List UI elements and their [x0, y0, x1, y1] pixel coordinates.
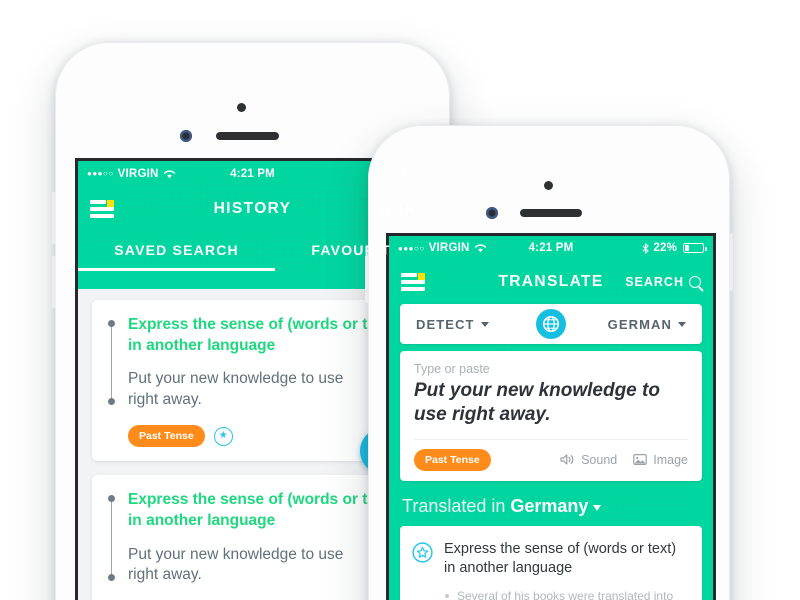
card-translated-text: Put your new knowledge to use right away… — [106, 369, 397, 410]
history-navbar: HISTORY SEAR — [78, 186, 427, 232]
card-footer: Past Tense ★ — [106, 425, 397, 448]
back-phone-earpiece-speaker — [216, 132, 279, 140]
card-source-line1: Express the sense of (words or t — [128, 491, 368, 509]
speaker-icon — [560, 454, 574, 465]
result-title: Express the sense of (words or text) in … — [444, 540, 677, 577]
card-translated-line1: Put your new knowledge to use — [128, 545, 344, 563]
front-phone-screen: ●●●○○ VIRGIN 4:21 PM 22% TRANSLATE SEARC… — [386, 233, 716, 600]
card-source-text: Express the sense of (words or t in anot… — [106, 315, 397, 356]
image-label: Image — [653, 452, 688, 467]
translated-section-title[interactable]: Translated in Germany — [402, 496, 702, 517]
translate-screen: ●●●○○ VIRGIN 4:21 PM 22% TRANSLATE SEARC… — [389, 236, 713, 600]
search-label: SEARCH — [625, 275, 684, 289]
source-language-dropdown[interactable]: DETECT — [416, 317, 489, 332]
menu-accent-square — [107, 200, 114, 208]
tense-badge: Past Tense — [128, 425, 205, 448]
bluetooth-icon — [642, 242, 650, 254]
translate-input-card: Type or paste Put your new knowledge to … — [400, 351, 702, 481]
back-phone-volume-button-2 — [52, 256, 56, 308]
translation-result-card[interactable]: Express the sense of (words or text) in … — [400, 525, 702, 600]
battery-percent-label: 22% — [653, 242, 677, 254]
picture-icon — [633, 454, 648, 466]
search-icon — [689, 276, 701, 288]
tab-saved-search[interactable]: SAVED SEARCH — [78, 232, 276, 271]
back-phone-volume-button — [52, 192, 56, 244]
back-phone-proximity-sensor — [237, 103, 246, 112]
hamburger-menu-icon[interactable] — [401, 273, 425, 291]
back-status-bar: ●●●○○ VIRGIN 4:21 PM 2 — [78, 161, 427, 186]
history-header: ●●●○○ VIRGIN 4:21 PM 2 HISTORY SEAR SAVE… — [78, 161, 427, 289]
menu-accent-square — [418, 273, 425, 281]
battery-icon — [683, 243, 707, 253]
image-button[interactable]: Image — [633, 453, 688, 467]
globe-glyph — [542, 315, 560, 333]
translate-body: DETECT GERMAN Type or paste Put your new… — [389, 304, 713, 600]
input-placeholder-label: Type or paste — [414, 362, 490, 376]
card-source-text: Express the sense of (words or t in anot… — [106, 490, 397, 531]
input-actions: Sound Image — [560, 453, 688, 467]
carrier-label: VIRGIN — [117, 167, 159, 180]
status-time: 4:21 PM — [230, 167, 275, 180]
card-translated-text: Put your new knowledge to use right away… — [106, 545, 397, 586]
chevron-down-icon — [480, 321, 489, 327]
history-tabs: SAVED SEARCH FAVOURIT — [78, 232, 427, 271]
front-phone-proximity-sensor — [544, 181, 553, 190]
wifi-icon — [474, 244, 486, 253]
star-outline-icon[interactable]: ★ — [213, 426, 233, 446]
section-title-prefix: Translated in — [402, 495, 506, 516]
language-selector-bar: DETECT GERMAN — [400, 304, 702, 344]
tense-badge: Past Tense — [414, 448, 491, 471]
translate-navbar: TRANSLATE SEARCH — [389, 260, 713, 304]
front-phone-front-camera — [486, 207, 498, 219]
bluetooth-icon — [401, 168, 408, 179]
signal-strength-icon: ●●●○○ — [87, 169, 114, 178]
carrier-label: VIRGIN — [428, 242, 470, 254]
target-language-label: GERMAN — [607, 316, 672, 332]
front-status-bar: ●●●○○ VIRGIN 4:21 PM 22% — [389, 236, 713, 260]
globe-icon[interactable] — [536, 309, 566, 339]
search-label: SEAR — [376, 202, 415, 216]
chevron-down-icon — [593, 504, 602, 511]
search-button[interactable]: SEARCH — [625, 275, 701, 289]
sound-button[interactable]: Sound — [560, 453, 617, 467]
search-button[interactable]: SEAR — [376, 202, 415, 216]
star-circle-icon[interactable] — [412, 541, 433, 563]
section-title-language: Germany — [510, 495, 589, 516]
history-card[interactable]: Express the sense of (words or t in anot… — [92, 475, 413, 600]
front-phone-earpiece-speaker — [520, 209, 582, 217]
card-translated-line2: right away. — [128, 390, 202, 408]
signal-strength-icon: ●●●○○ — [398, 243, 425, 253]
sound-label: Sound — [581, 452, 618, 467]
status-time: 4:21 PM — [528, 242, 574, 254]
screenshot-stage: ●●●○○ VIRGIN 4:21 PM 2 HISTORY SEAR SAVE… — [0, 0, 800, 600]
input-card-footer: Past Tense Sound Image — [414, 438, 688, 481]
timeline-connector — [108, 320, 115, 406]
page-title: HISTORY — [213, 200, 292, 217]
target-language-dropdown[interactable]: GERMAN — [608, 317, 686, 332]
wifi-icon — [163, 170, 175, 178]
translate-input-text[interactable]: Put your new knowledge to use right away… — [414, 379, 688, 439]
result-example: Several of his books were translated int… — [444, 588, 688, 600]
battery-percent-label: 2 — [411, 167, 418, 180]
card-source-line2: in another language — [128, 336, 276, 354]
card-translated-line1: Put your new knowledge to use — [128, 370, 344, 388]
card-source-line2: in another language — [128, 512, 276, 530]
card-source-line1: Express the sense of (words or t — [128, 316, 368, 333]
front-phone-power-button — [729, 233, 733, 291]
timeline-connector — [108, 495, 115, 581]
back-phone-front-camera — [180, 130, 192, 142]
card-translated-line2: right away. — [128, 566, 202, 584]
source-language-label: DETECT — [416, 316, 475, 332]
hamburger-menu-icon[interactable] — [90, 200, 114, 218]
chevron-down-icon — [678, 321, 686, 327]
